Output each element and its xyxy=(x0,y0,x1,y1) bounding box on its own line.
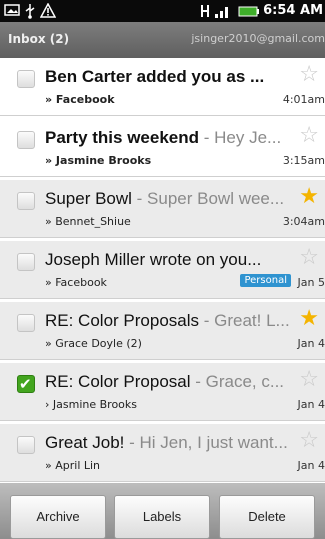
account-email: jsinger2010@gmail.com xyxy=(191,32,325,45)
message-subject: RE: Color Proposals xyxy=(45,311,200,330)
signal-icon xyxy=(214,3,232,19)
battery-icon xyxy=(238,3,260,19)
message-snippet: - Grace, c... xyxy=(190,372,285,391)
message-subject-line: RE: Color Proposal - Grace, c... xyxy=(45,371,293,393)
message-sender: » Facebook xyxy=(45,93,115,106)
labels-button[interactable]: Labels xyxy=(114,495,210,539)
message-row[interactable]: RE: Color Proposals - Great! L... ★ » Grac… xyxy=(0,302,325,360)
message-row[interactable]: Great Job! - Hi Jen, I just want... ☆ » Ap… xyxy=(0,424,325,482)
star-icon[interactable]: ☆ xyxy=(299,247,319,269)
message-date: 3:15am xyxy=(282,154,325,167)
message-snippet: - Great! L... xyxy=(199,311,290,330)
checkbox-checked[interactable]: ✔ xyxy=(17,375,35,393)
message-sender: » Facebook xyxy=(45,276,107,289)
warning-icon xyxy=(39,2,57,19)
star-icon[interactable]: ☆ xyxy=(299,125,319,147)
message-subject: Ben Carter added you as ... xyxy=(45,67,265,86)
message-sender: » Jasmine Brooks xyxy=(45,154,152,167)
inbox-header: Inbox (2) jsinger2010@gmail.com xyxy=(0,22,325,58)
star-icon[interactable]: ☆ xyxy=(299,64,319,86)
message-sender: » April Lin xyxy=(45,459,101,472)
star-filled-icon[interactable]: ★ xyxy=(299,186,319,208)
star-filled-icon[interactable]: ★ xyxy=(299,308,319,330)
message-subject: Joseph Miller wrote on you... xyxy=(45,250,262,269)
message-subject-line: Party this weekend - Hey Je... xyxy=(45,127,293,149)
status-bar: 6:54 AM xyxy=(0,0,325,22)
message-subject: Party this weekend xyxy=(45,128,200,147)
checkbox[interactable] xyxy=(17,192,35,210)
action-bar: Archive Labels Delete xyxy=(0,483,325,539)
message-row[interactable]: Party this weekend - Hey Je... ☆ » Jasmine… xyxy=(0,119,325,177)
message-row[interactable]: Super Bowl - Super Bowl wee... ★ » Bennet_… xyxy=(0,180,325,238)
message-date: 3:04am xyxy=(282,215,325,228)
checkbox[interactable] xyxy=(17,70,35,88)
message-subject-line: Ben Carter added you as ... xyxy=(45,66,293,88)
message-row[interactable]: Joseph Miller wrote on you... ☆ » Facebook… xyxy=(0,241,325,299)
message-subject: Great Job! xyxy=(45,433,125,452)
message-subject: Super Bowl xyxy=(45,189,132,208)
checkbox[interactable] xyxy=(17,314,35,332)
message-row[interactable]: ✔ RE: Color Proposal - Grace, c... ☆ › Jasm… xyxy=(0,363,325,421)
star-icon[interactable]: ☆ xyxy=(299,430,319,452)
archive-button[interactable]: Archive xyxy=(10,495,106,539)
message-snippet: - Hi Jen, I just want... xyxy=(124,433,288,452)
message-list[interactable]: Ben Carter added you as ... ☆ » Facebook 4:… xyxy=(0,58,325,483)
message-date: Jan 5 xyxy=(297,276,325,289)
picture-icon xyxy=(4,3,20,19)
message-subject-line: Great Job! - Hi Jen, I just want... xyxy=(45,432,293,454)
checkbox[interactable] xyxy=(17,131,35,149)
message-subject-line: Super Bowl - Super Bowl wee... xyxy=(45,188,293,210)
label-badge: Personal xyxy=(240,274,291,287)
clock: 6:54 AM xyxy=(263,3,323,18)
message-snippet: - Super Bowl wee... xyxy=(131,189,285,208)
message-date: 4:01am xyxy=(282,93,325,106)
message-date: Jan 4 xyxy=(297,337,325,350)
message-snippet: - Hey Je... xyxy=(199,128,282,147)
inbox-title: Inbox (2) xyxy=(8,32,70,46)
checkmark-icon: ✔ xyxy=(19,375,32,393)
message-date: Jan 4 xyxy=(297,398,325,411)
message-subject-line: RE: Color Proposals - Great! L... xyxy=(45,310,293,332)
checkbox[interactable] xyxy=(17,253,35,271)
message-subject-line: Joseph Miller wrote on you... xyxy=(45,249,293,271)
message-sender: › Jasmine Brooks xyxy=(45,398,138,411)
usb-icon xyxy=(24,3,36,19)
message-sender: » Grace Doyle (2) xyxy=(45,337,142,350)
message-row[interactable]: Ben Carter added you as ... ☆ » Facebook 4:… xyxy=(0,58,325,116)
message-subject: RE: Color Proposal xyxy=(45,372,191,391)
delete-button[interactable]: Delete xyxy=(219,495,315,539)
message-sender: » Bennet_Shiue xyxy=(45,215,131,228)
star-icon[interactable]: ☆ xyxy=(299,369,319,391)
message-date: Jan 4 xyxy=(297,459,325,472)
network-icon xyxy=(200,3,212,19)
checkbox[interactable] xyxy=(17,436,35,454)
